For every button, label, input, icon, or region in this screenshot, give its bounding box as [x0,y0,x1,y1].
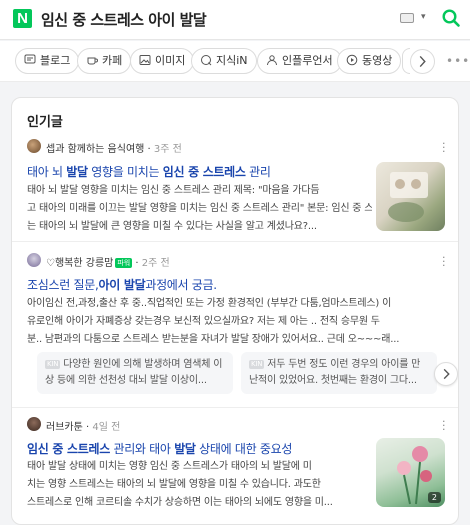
post-author[interactable]: 셉과 함께하는 음식여행 · 3주 전 [46,140,182,155]
influencer-icon [267,55,277,66]
desc-line: 는 태아의 뇌 발달에 큰 영향을 미칠 수 있다는 사실을 알고 계셨나요?.… [27,221,317,232]
tabs-next-button[interactable] [410,49,435,74]
search-tabs: 블로그 카페 이미지 지식iN 인플루언서 동영상 ••• [0,41,470,82]
avatar[interactable] [27,253,41,267]
post-title[interactable]: 태아 뇌 발달 영향을 미치는 임신 중 스트레스 관리 [27,163,271,180]
desc-line: 유로인해 아이가 자폐증상 갖는경우 보신적 있으실까요? 저는 제 아는 ..… [27,316,380,327]
tab-label: 지식iN [216,54,248,67]
desc-line: 아이임신 전,과정,출산 후 중..직업적인 또는 가정 환경적인 (부부간 다… [27,298,392,309]
image-count: 2 [427,492,441,503]
naver-logo[interactable]: N [13,9,32,28]
tab-overflow [402,48,410,74]
search-query[interactable]: 임신 중 스트레스 아이 발달 [41,9,207,30]
more-icon[interactable]: ••• [446,54,470,68]
related-snippets: KIN 다양한 원인에 의해 발생하며 염색체 이상 등에 의한 선천성 대뇌 발… [37,352,458,394]
thumbnail-image [388,172,428,222]
desc-line: 고 태아의 미래를 이끄는 발달 영향을 미치는 임신 중 스트레스 관리" 본… [27,203,372,214]
video-icon [346,54,358,66]
title-text: 조심스런 질문, [27,278,99,292]
author-name: 러브카툰 [46,422,83,433]
post-time: 3주 전 [153,144,182,155]
title-highlight: 임신 중 스트레스 [27,442,110,456]
section-title: 인기글 [27,115,63,130]
tab-images[interactable]: 이미지 [130,48,195,74]
kebab-menu-icon[interactable]: · · · [442,138,446,157]
search-header: N 임신 중 스트레스 아이 발달 ▾ [0,0,470,40]
avatar[interactable] [27,417,41,431]
post-description: 아이임신 전,과정,출산 후 중..직업적인 또는 가정 환경적인 (부부간 다… [27,295,452,349]
search-icon[interactable] [441,8,461,28]
title-highlight: 발달 [66,165,88,179]
post-title[interactable]: 임신 중 스트레스 관리와 태아 발달 상태에 대한 중요성 [27,440,292,457]
tab-kin[interactable]: 지식iN [191,48,257,74]
title-text: 영향을 미치는 [87,165,163,179]
chevron-right-icon [443,368,450,380]
post-thumbnail[interactable]: 2 [376,438,445,507]
blog-icon [24,54,36,64]
tab-blog[interactable]: 블로그 [15,48,80,74]
tab-influencer[interactable]: 인플루언서 [257,48,342,74]
tab-label: 카페 [102,54,123,67]
post-description: 태아 발달 상태에 미치는 영향 임신 중 스트레스가 태아의 뇌 발달에 미 … [27,458,372,512]
snippet-tag-icon: KIN [249,360,265,369]
chevron-right-icon [419,55,426,68]
tab-label: 인플루언서 [282,54,333,67]
snippet-text: 다양한 원인에 의해 발생하며 염색체 이상 등에 의한 선천성 대뇌 발달 이… [45,359,223,386]
post-time: 4일 전 [92,422,121,433]
power-badge: 파워 [115,258,133,268]
kebab-menu-icon[interactable]: · · · [442,252,446,271]
desc-line: 치는 영향 스트레스는 태아의 뇌 발달에 영향을 미칠 수 있습니다. 과도한 [27,479,321,490]
desc-line: 분.. 남편과의 다툼으로 스트레스 받는분을 자녀가 발달 장애가 있어서요.… [27,334,400,345]
keyboard-icon[interactable] [400,13,414,23]
avatar[interactable] [27,139,41,153]
snippet-card[interactable]: KIN 저두 두번 정도 이런 경우의 아이를 만난적이 있었어요. 첫번째는 환… [241,352,437,394]
snippet-tag-icon: KIN [45,360,61,369]
title-highlight: 발달 [174,442,196,456]
post-description: 태아 뇌 발달 영향을 미치는 임신 중 스트레스 관리 제목: "마음을 가다… [27,182,372,236]
desc-line: 태아 발달 상태에 미치는 영향 임신 중 스트레스가 태아의 뇌 발달에 미 [27,461,312,472]
post-author[interactable]: 러브카툰 · 4일 전 [46,418,120,433]
post-author[interactable]: ♡행복한 강릉맘 파워 · 2주 전 [46,254,170,269]
post-title[interactable]: 조심스런 질문,아이 발달과정에서 궁금. [27,276,217,293]
image-icon [139,55,151,65]
tab-label: 블로그 [40,54,71,67]
title-text: 관리와 태아 [109,442,175,456]
cafe-icon [87,57,98,65]
post-item: 셉과 함께하는 음식여행 · 3주 전 · · · 태아 뇌 발달 영향을 미치는 … [12,135,458,240]
tab-cafe[interactable]: 카페 [77,48,132,74]
post-time: 2주 전 [141,258,170,269]
kin-icon [201,55,212,66]
title-text: 태아 뇌 [27,165,67,179]
post-item: 러브카툰 · 4일 전 · · · 임신 중 스트레스 관리와 태아 발달 상태에 … [12,407,458,524]
title-text: 상태에 대한 중요성 [195,442,293,456]
title-text: 관리 [245,165,271,179]
snippet-text: 저두 두번 정도 이런 경우의 아이를 만난적이 있었어요. 첫번째는 환경이 … [249,359,421,386]
title-highlight: 임신 중 스트레스 [162,165,246,179]
snippet-card[interactable]: KIN 다양한 원인에 의해 발생하며 염색체 이상 등에 의한 선천성 대뇌 발… [37,352,233,394]
author-name: ♡행복한 강릉맘 [46,258,114,269]
popular-posts-card: 인기글 셉과 함께하는 음식여행 · 3주 전 · · · 태아 뇌 발달 영향을 … [11,97,459,525]
title-highlight: 아이 발달 [98,278,146,292]
desc-line: 태아 뇌 발달 영향을 미치는 임신 중 스트레스 관리 제목: "마음을 가다… [27,185,320,196]
tab-label: 동영상 [362,54,393,67]
tab-label: 이미지 [155,54,186,67]
post-item: ♡행복한 강릉맘 파워 · 2주 전 · · · 조심스런 질문,아이 발달과정에서 … [12,241,458,406]
snippets-next-button[interactable] [434,362,458,386]
tab-video[interactable]: 동영상 [337,48,402,74]
author-name: 셉과 함께하는 음식여행 [46,144,145,155]
post-thumbnail[interactable] [376,162,445,231]
title-text: 과정에서 궁금. [145,278,217,292]
kebab-menu-icon[interactable]: · · · [442,416,446,435]
desc-line: 스트레스로 인해 코르티솔 수치가 상승하면 이는 태아의 뇌에도 영향을 미.… [27,497,333,508]
chevron-down-icon[interactable]: ▾ [421,12,426,22]
